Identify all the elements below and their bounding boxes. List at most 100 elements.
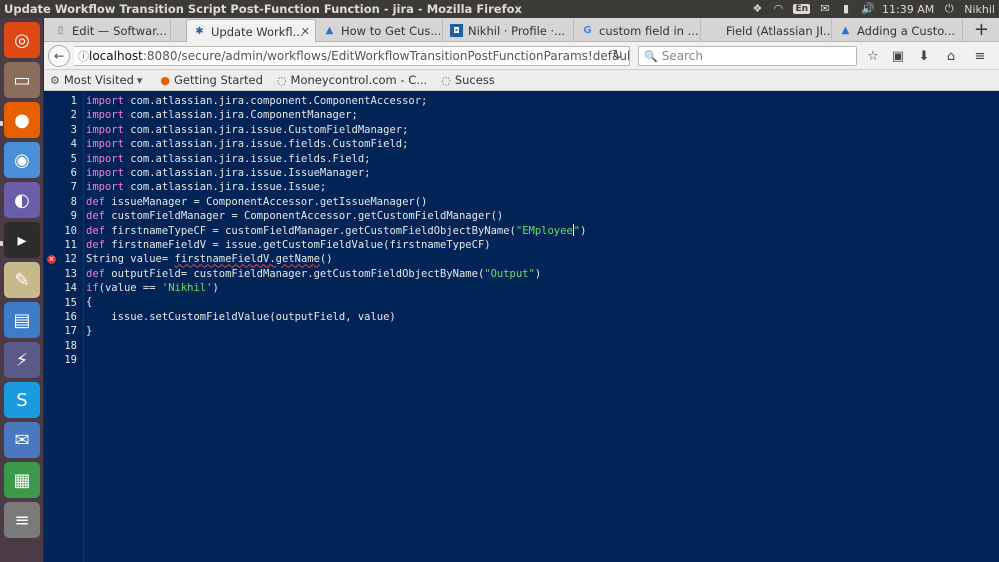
code-line: def firstnameTypeCF = customFieldManager… (86, 223, 587, 238)
line-number: 13 (64, 267, 77, 280)
line-number: 18 (64, 339, 77, 352)
chromium-icon[interactable]: ◉ (4, 142, 40, 178)
line-number: 6 (70, 167, 77, 179)
reading-list-icon[interactable]: ▣ (890, 48, 906, 64)
code-token: com.atlassian.jira.issue.fields.Field; (123, 152, 371, 165)
string-token: 'Nikhil' (161, 282, 213, 295)
bookmark-star-icon[interactable]: ☆ (865, 48, 881, 64)
text-editor-icon[interactable]: ✎ (4, 262, 40, 298)
power-icon[interactable]: ⏻ (943, 3, 955, 15)
home-icon[interactable]: ⌂ (943, 48, 959, 64)
tab-5[interactable]: Field (Atlassian JI... (702, 19, 832, 42)
keyword-token: import (86, 181, 124, 194)
bookmark-label: Most Visited (63, 73, 134, 87)
tab-2[interactable]: ▲ How to Get Cus... (317, 19, 443, 42)
tab-6[interactable]: ▲ Adding a Custo... (833, 19, 963, 42)
files-icon[interactable]: ▭ (4, 62, 40, 98)
code-token: ) (580, 224, 587, 237)
terminal-icon[interactable]: ▸ (4, 222, 40, 258)
tab-label: Nikhil · Profile ·... (468, 23, 566, 38)
line-number: 2 (70, 109, 77, 122)
chevron-down-icon: ▾ (136, 73, 143, 87)
writer-icon[interactable]: ▤ (4, 302, 40, 338)
code-line: import com.atlassian.jira.issue.fields.F… (86, 152, 586, 166)
keyword-token: import (86, 109, 124, 122)
jira-icon: ✱ (195, 26, 204, 37)
ubuntu-dash-icon[interactable]: ◎ (4, 22, 40, 58)
keyword-token: def (86, 224, 105, 237)
string-token: "Output" (484, 267, 535, 280)
tab-0[interactable]: ▯ Edit — Softwar... (48, 19, 171, 42)
firefox-icon[interactable]: ● (4, 102, 40, 138)
keyword-token: import (86, 95, 124, 107)
wifi-icon[interactable]: ◠ (772, 3, 784, 15)
line-number: 16 (64, 311, 77, 323)
line-number: 14 (64, 282, 77, 295)
code-line: def firstnameFieldV = issue.getCustomFie… (86, 238, 586, 252)
bookmark-moneycontrol[interactable]: ◌ Moneycontrol.com - C... (277, 73, 427, 87)
code-token: com.atlassian.jira.ComponentManager; (123, 109, 358, 122)
tab-label: Update Workfl... (211, 24, 304, 39)
thunderbird-icon[interactable]: ✉ (4, 422, 40, 458)
code-token: com.atlassian.jira.component.ComponentAc… (123, 95, 428, 107)
tab-1[interactable]: ✱ Update Workfl... ✕ (186, 19, 316, 43)
info-icon[interactable]: ⓘ (78, 48, 89, 64)
line-number: 12 (64, 253, 77, 266)
reload-icon[interactable]: ↻ (612, 48, 623, 63)
system-tray: ❖ ◠ En ✉ ▮ 🔊 11:39 AM ⏻ Nikhil (751, 0, 995, 18)
tab-3[interactable]: ◘ Nikhil · Profile ·... (444, 19, 574, 42)
new-tab-button[interactable]: + (974, 20, 989, 40)
code-line: import com.atlassian.jira.issue.fields.C… (86, 137, 586, 151)
error-marker-icon[interactable]: × (47, 255, 56, 265)
navigation-toolbar: ← ⓘ localhost:8080/secure/admin/workflow… (44, 42, 999, 70)
tab-4[interactable]: G custom field in ... (575, 19, 701, 42)
tab-label: Adding a Custo... (857, 23, 956, 38)
battery-icon[interactable]: ▮ (840, 3, 852, 15)
bookmark-most-visited[interactable]: ⚙ Most Visited ▾ (50, 73, 146, 87)
keyword-token: if (86, 282, 99, 295)
menu-icon[interactable]: ≡ (972, 48, 988, 64)
code-token: firstnameFieldV = issue.getCustomFieldVa… (104, 238, 491, 251)
address-bar[interactable]: ⓘ localhost:8080/secure/admin/workflows/… (74, 46, 630, 66)
bookmark-sucess[interactable]: ◌ Sucess (441, 73, 495, 87)
downloads-icon[interactable]: ⬇ (916, 48, 932, 64)
script-editor[interactable]: 1 2 3 4 5 6 7 8 9 10 11 12 × 13 14 15 16 17 18 19 import co… (44, 91, 999, 562)
dropbox-icon[interactable]: ❖ (751, 3, 763, 15)
tab-label: Edit — Softwar... (72, 23, 167, 38)
line-number: 11 (64, 239, 77, 251)
code-token: issueManager = ComponentAccessor.getIssu… (104, 195, 428, 208)
volume-icon[interactable]: 🔊 (861, 3, 875, 15)
bookmark-label: Moneycontrol.com - C... (290, 73, 428, 87)
code-token: String value= (86, 253, 175, 266)
bookmarks-toolbar: ⚙ Most Visited ▾ ● Getting Started ◌ Mon… (44, 70, 999, 91)
clock[interactable]: 11:39 AM (882, 3, 934, 16)
back-button[interactable]: ← (48, 45, 70, 67)
user-name[interactable]: Nikhil (964, 3, 995, 16)
page-icon: ▯ (57, 25, 64, 36)
code-area[interactable]: import com.atlassian.jira.component.Comp… (86, 94, 586, 367)
calc-icon[interactable]: ▦ (4, 462, 40, 498)
search-input[interactable]: 🔍 Search (638, 46, 857, 66)
line-number: 3 (70, 123, 77, 136)
keyboard-layout-indicator[interactable]: En (793, 4, 811, 14)
firefox-icon: ● (160, 73, 171, 87)
keyword-token: def (86, 195, 105, 208)
code-line: import com.atlassian.jira.issue.IssueMan… (86, 166, 586, 180)
bookmark-getting-started[interactable]: ● Getting Started (160, 73, 263, 87)
line-number: 8 (70, 195, 77, 208)
keyword-token: def (86, 267, 105, 280)
atlassian-icon: ▲ (325, 25, 334, 36)
atlassian-icon: ▲ (841, 25, 850, 36)
close-icon[interactable]: ✕ (301, 25, 310, 38)
code-token: com.atlassian.jira.issue.CustomFieldMana… (123, 123, 409, 136)
eclipse-icon[interactable]: ◐ (4, 182, 40, 218)
mail-icon[interactable]: ✉ (819, 3, 831, 15)
remote-desktop-icon[interactable]: ⚡ (4, 342, 40, 378)
skype-icon[interactable]: S (4, 382, 40, 418)
line-number: 7 (70, 181, 77, 194)
code-token: (value == (98, 282, 162, 295)
code-token: () (319, 253, 333, 266)
tab-label: How to Get Cus... (341, 23, 442, 38)
workspaces-icon[interactable]: ≡ (4, 502, 40, 538)
